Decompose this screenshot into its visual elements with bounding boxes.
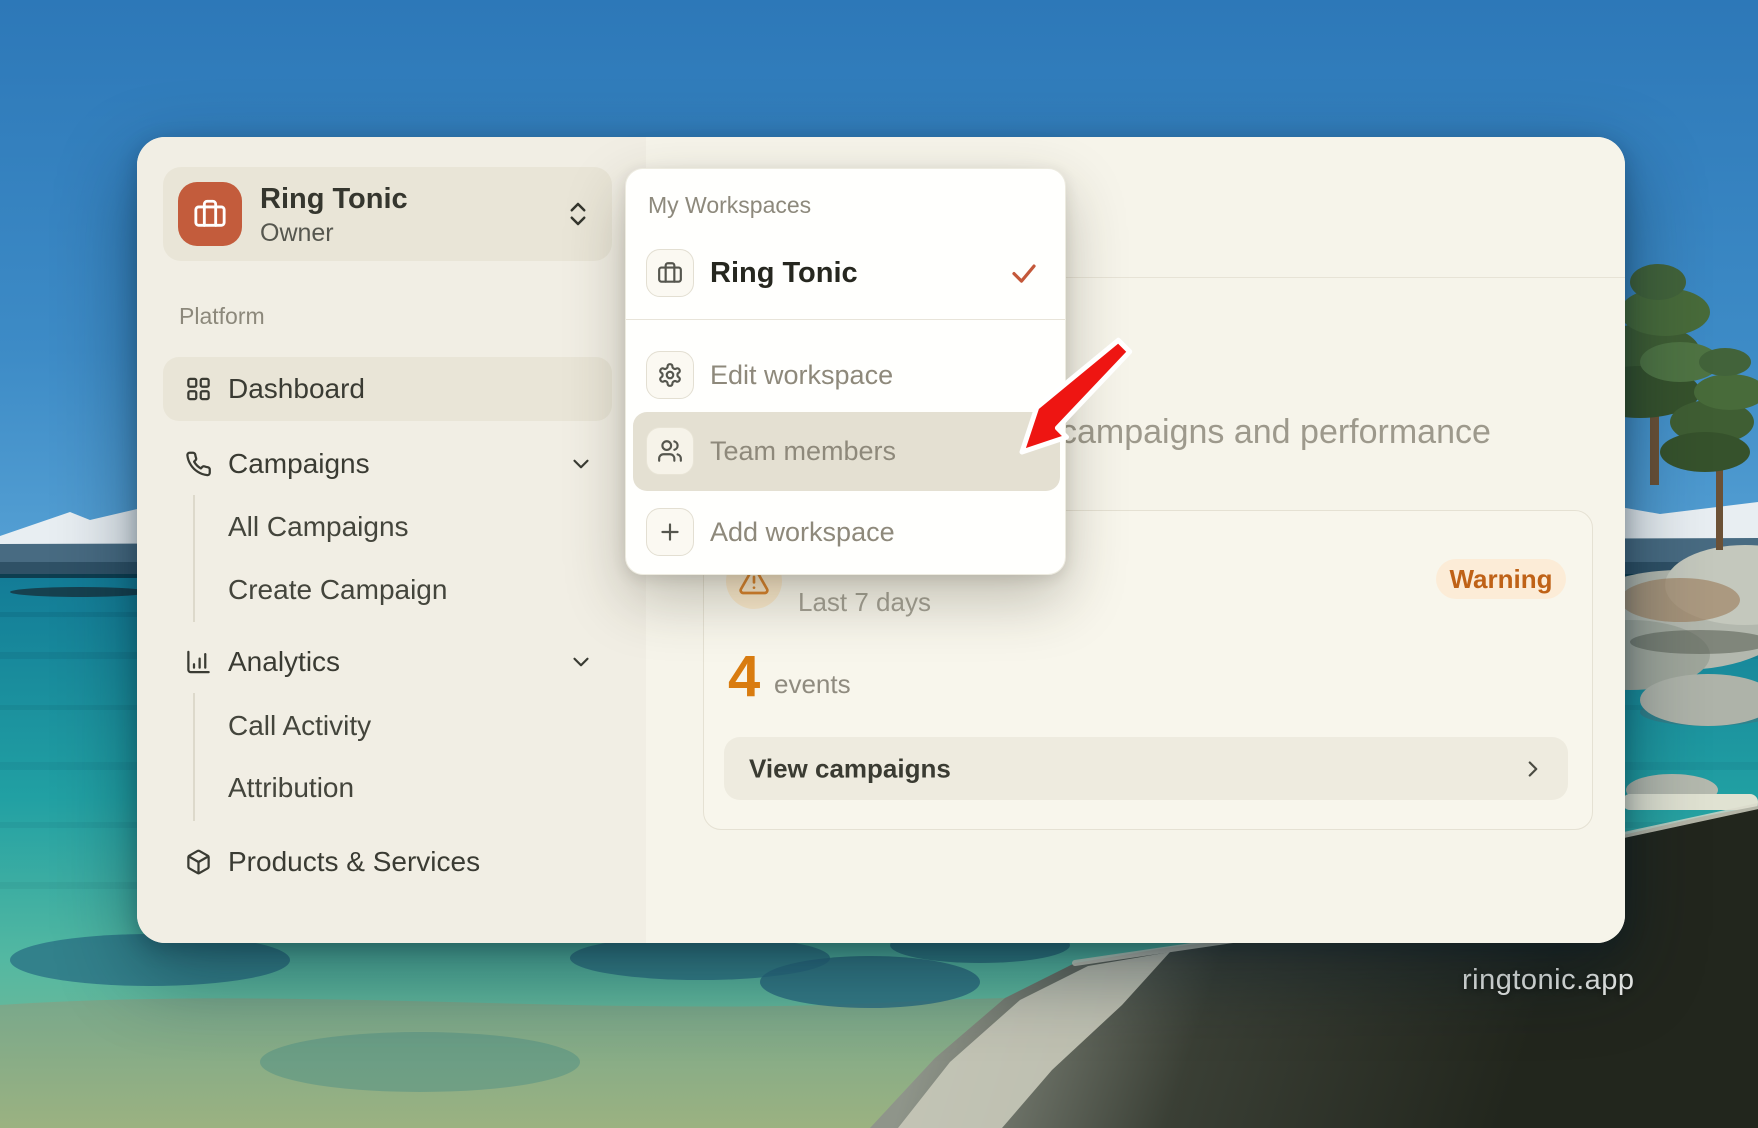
sidebar-item-call-activity[interactable]: Call Activity xyxy=(163,695,612,757)
button-label: View campaigns xyxy=(749,753,951,783)
page-subtitle: campaigns and performance xyxy=(1060,413,1491,451)
status-badge: Warning xyxy=(1436,559,1566,599)
sidebar-item-dashboard[interactable]: Dashboard xyxy=(163,357,612,421)
menu-item-edit-workspace[interactable]: Edit workspace xyxy=(626,345,1065,407)
events-unit-label: events xyxy=(774,669,851,699)
chevrons-up-down-icon xyxy=(563,199,593,229)
gear-icon xyxy=(646,351,694,399)
chevron-right-icon xyxy=(1520,756,1546,782)
check-icon xyxy=(1009,258,1039,288)
workspace-role: Owner xyxy=(260,219,334,247)
workspace-menu: My Workspaces Ring Tonic Edit workspace xyxy=(625,168,1066,575)
menu-divider xyxy=(626,319,1065,320)
sidebar-item-label: Call Activity xyxy=(228,710,372,741)
workspace-menu-header: My Workspaces xyxy=(648,192,812,218)
sidebar-item-label: Products & Services xyxy=(228,846,481,877)
sidebar-item-campaigns[interactable]: Campaigns xyxy=(163,433,612,495)
sidebar-item-attribution[interactable]: Attribution xyxy=(163,757,612,819)
sidebar-item-create-campaign[interactable]: Create Campaign xyxy=(163,559,612,621)
wallpaper-watermark: ringtonic.app xyxy=(1462,964,1635,996)
phone-icon xyxy=(185,451,212,478)
workspace-logo-briefcase-icon xyxy=(178,182,242,246)
workspace-switcher[interactable]: Ring Tonic Owner xyxy=(163,167,612,261)
grid-icon xyxy=(185,376,212,403)
sidebar-item-all-campaigns[interactable]: All Campaigns xyxy=(163,496,612,558)
users-icon xyxy=(646,427,694,475)
briefcase-icon xyxy=(646,249,694,297)
package-icon xyxy=(185,849,212,876)
screen: ringtonic.app Ring Tonic Owner Platform … xyxy=(0,0,1758,1128)
sidebar-item-label: All Campaigns xyxy=(228,511,409,542)
sidebar-item-label: Attribution xyxy=(228,772,355,803)
sidebar-item-label: Create Campaign xyxy=(228,574,448,605)
bar-chart-icon xyxy=(185,649,212,676)
sidebar-item-label: Campaigns xyxy=(228,448,370,479)
menu-item-label: Team members xyxy=(710,436,897,466)
sidebar-item-label: Dashboard xyxy=(228,373,365,404)
sidebar-item-analytics[interactable]: Analytics xyxy=(163,631,612,693)
sidebar-section-label: Platform xyxy=(179,303,265,329)
menu-item-add-workspace[interactable]: Add workspace xyxy=(626,502,1065,564)
events-count: 4 xyxy=(728,644,761,709)
menu-item-team-members[interactable]: Team members xyxy=(633,412,1060,491)
plus-icon xyxy=(646,508,694,556)
sidebar-item-products-services[interactable]: Products & Services xyxy=(163,831,612,893)
workspace-menu-workspace-name: Ring Tonic xyxy=(710,257,858,289)
menu-item-label: Edit workspace xyxy=(710,360,894,390)
chevron-down-icon xyxy=(568,649,594,675)
sidebar: Ring Tonic Owner Platform Dashboard Camp… xyxy=(137,137,647,943)
chevron-down-icon xyxy=(568,451,594,477)
sidebar-item-label: Analytics xyxy=(228,646,341,677)
workspace-name: Ring Tonic xyxy=(260,183,408,215)
view-campaigns-button[interactable]: View campaigns xyxy=(724,737,1568,800)
menu-item-label: Add workspace xyxy=(710,517,895,547)
card-period-label: Last 7 days xyxy=(798,587,931,617)
